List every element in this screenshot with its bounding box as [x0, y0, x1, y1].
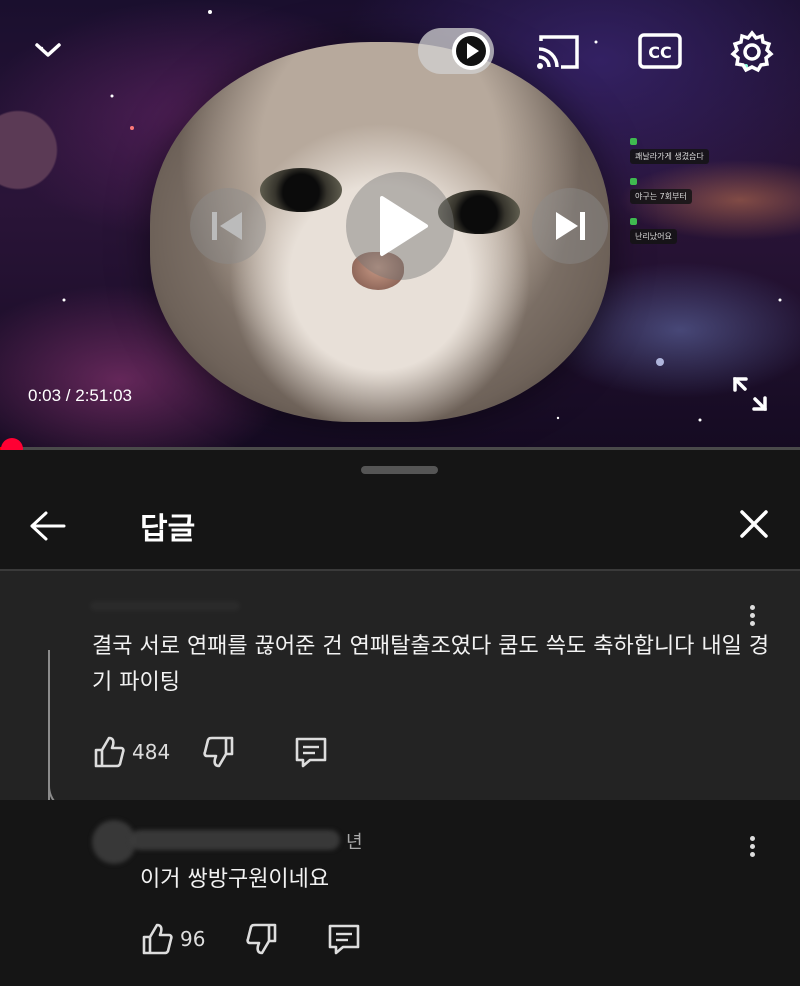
cast-icon[interactable] [534, 30, 582, 72]
previous-icon [212, 212, 242, 240]
replies-panel: 답글 결국 서로 연패를 끊어준 건 연패탈출조였다 쿰도 쓱도 축하합니다 내… [0, 450, 800, 986]
previous-button[interactable] [190, 188, 266, 264]
comment-actions: 96 [140, 922, 361, 956]
comment-time: 년 [346, 832, 363, 853]
play-icon [380, 196, 428, 256]
comment-actions: 484 [92, 735, 328, 769]
panel-header: 답글 [0, 486, 800, 570]
collapse-chevron-icon[interactable] [28, 32, 68, 68]
comment-text: 결국 서로 연패를 끊어준 건 연패탈출조였다 쿰도 쓱도 축하합니다 내일 경… [92, 634, 770, 695]
live-chat-overlay: 쾌날라가게 생겼습다 야구는 7회부터 난리났어요 [622, 130, 732, 250]
fullscreen-icon[interactable] [728, 372, 772, 416]
dislike-button[interactable] [245, 922, 279, 956]
more-vert-icon[interactable] [742, 836, 762, 857]
captions-icon[interactable]: CC [636, 30, 684, 72]
like-count: 96 [180, 927, 206, 951]
thumb-up-icon [142, 923, 173, 955]
time-display: 0:03 / 2:51:03 [28, 386, 132, 405]
cat-eye-left [260, 168, 342, 212]
like-button[interactable]: 96 [140, 922, 205, 956]
reply-icon [295, 737, 327, 768]
parent-comment: 결국 서로 연패를 끊어준 건 연패탈출조였다 쿰도 쓱도 축하합니다 내일 경… [0, 571, 800, 800]
more-vert-icon[interactable] [742, 605, 762, 626]
redacted-author [130, 830, 340, 850]
play-button[interactable] [346, 172, 454, 280]
video-player[interactable]: 쾌날라가게 생겼습다 야구는 7회부터 난리났어요 CC 0:03 / 2:51… [0, 0, 800, 448]
chat-message: 쾌날라가게 생겼습다 [630, 149, 709, 164]
dislike-button[interactable] [202, 735, 236, 769]
next-icon [556, 212, 585, 240]
panel-title: 답글 [140, 512, 196, 547]
svg-text:CC: CC [648, 43, 671, 62]
thumb-up-icon [94, 736, 125, 768]
play-icon [452, 32, 490, 70]
comment-text: 이거 쌍방구원이네요 [140, 867, 330, 892]
settings-icon[interactable] [728, 28, 776, 76]
like-count: 484 [132, 740, 171, 764]
reply-button[interactable] [327, 922, 361, 956]
reply-comment: 년 이거 쌍방구원이네요 96 [0, 800, 800, 986]
chat-message: 야구는 7회부터 [630, 189, 692, 204]
thumb-down-icon [246, 923, 277, 955]
thumb-down-icon [203, 736, 234, 768]
back-arrow-icon[interactable] [26, 504, 70, 548]
redacted-author [90, 601, 240, 611]
reply-button[interactable] [294, 735, 328, 769]
reply-icon [329, 924, 360, 955]
close-icon[interactable] [734, 504, 774, 544]
autoplay-toggle[interactable] [418, 28, 494, 74]
like-button[interactable]: 484 [92, 735, 170, 769]
next-button[interactable] [532, 188, 608, 264]
drag-handle[interactable] [361, 466, 438, 474]
chat-message: 난리났어요 [630, 229, 677, 244]
